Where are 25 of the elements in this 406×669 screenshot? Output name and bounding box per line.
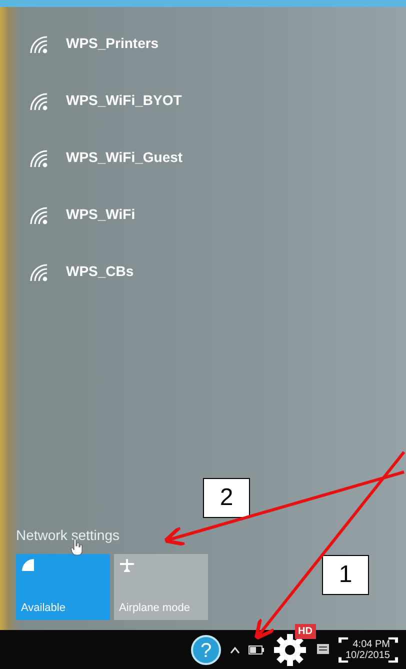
wifi-signal-icon bbox=[28, 34, 50, 54]
airplane-icon bbox=[119, 558, 135, 574]
hd-badge: HD bbox=[295, 624, 316, 638]
network-item[interactable]: WPS_WiFi bbox=[0, 186, 406, 243]
wifi-signal-icon bbox=[28, 148, 50, 168]
clock-date: 10/2/2015 bbox=[346, 650, 390, 660]
network-settings-link[interactable]: Network settings bbox=[16, 525, 120, 554]
network-item[interactable]: WPS_WiFi_BYOT bbox=[0, 72, 406, 129]
callout-label: 2 bbox=[203, 478, 250, 518]
quick-action-tile[interactable]: Available bbox=[16, 554, 110, 620]
wifi-signal-icon bbox=[28, 204, 50, 224]
wifi-icon bbox=[21, 558, 35, 572]
help-icon[interactable]: ? bbox=[190, 634, 222, 666]
wifi-signal-icon bbox=[28, 262, 50, 282]
notification-icon[interactable] bbox=[316, 642, 330, 656]
clock-time: 4:04 PM bbox=[352, 638, 390, 650]
quick-action-tile[interactable]: Airplane mode bbox=[114, 554, 208, 620]
battery-icon[interactable] bbox=[248, 644, 264, 654]
network-item[interactable]: WPS_WiFi_Guest bbox=[0, 129, 406, 186]
wifi-signal-icon bbox=[28, 90, 50, 110]
network-item[interactable]: WPS_CBs bbox=[0, 243, 406, 300]
chevron-up-icon[interactable] bbox=[230, 646, 240, 654]
fullscreen-icon[interactable] bbox=[338, 636, 398, 662]
callout-label: 1 bbox=[322, 555, 369, 595]
network-item[interactable]: WPS_Printers bbox=[0, 15, 406, 72]
